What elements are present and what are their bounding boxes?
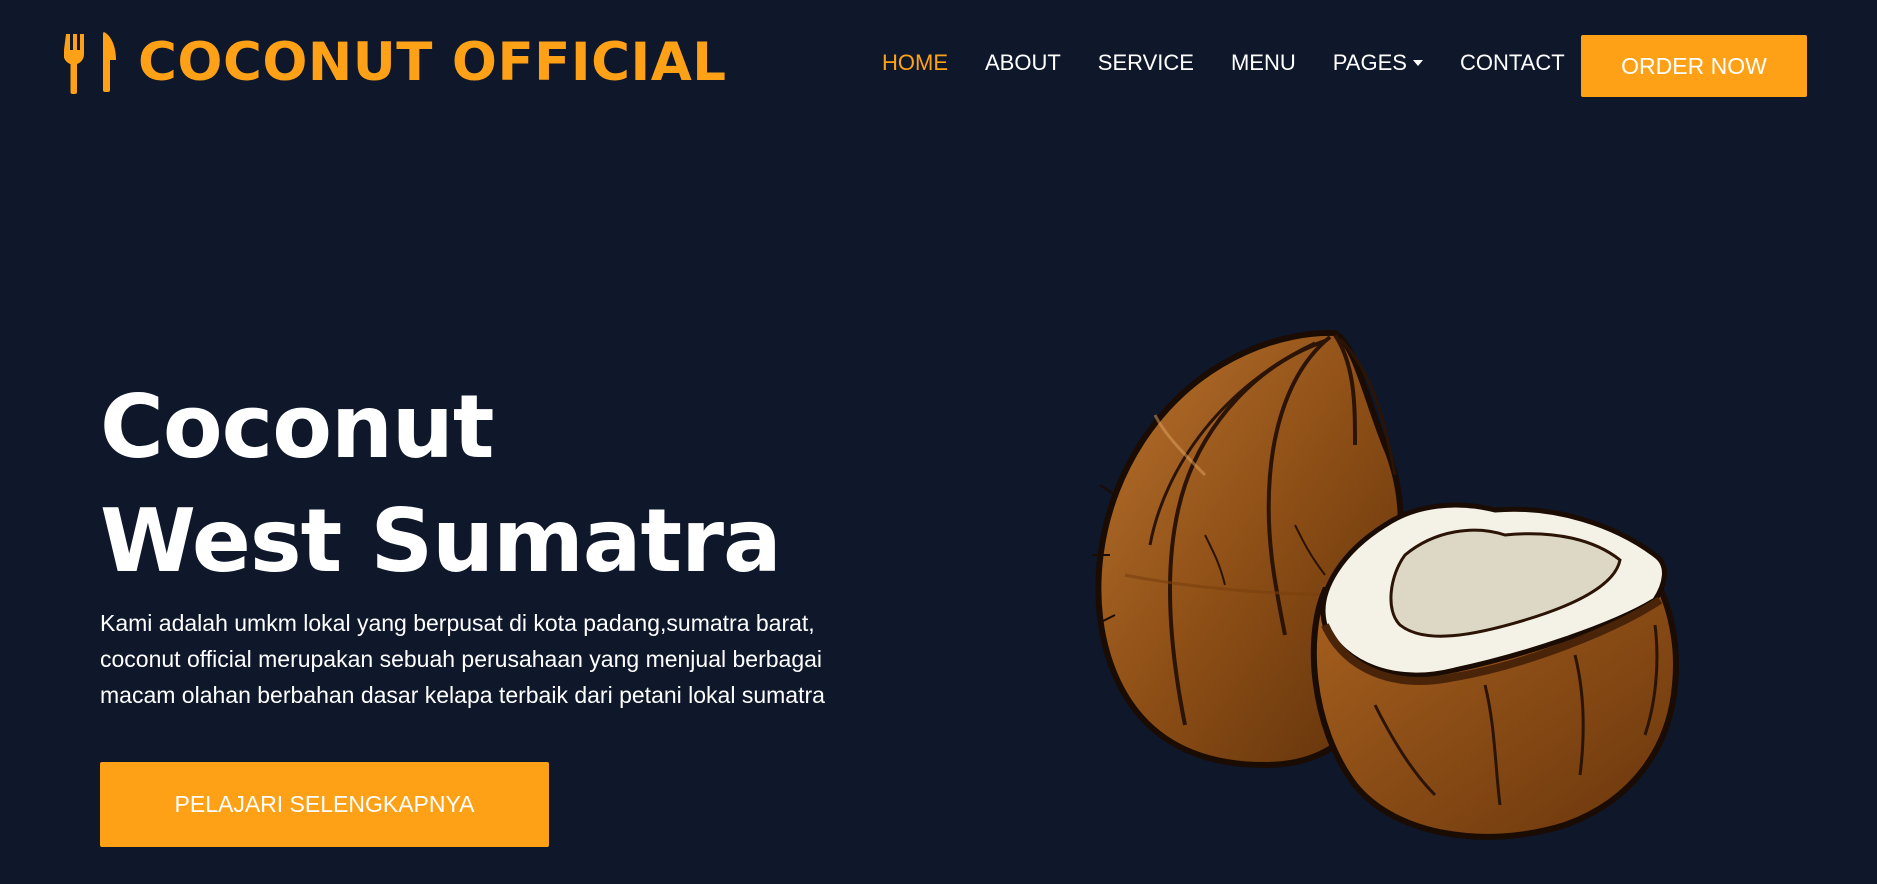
- brand-logo-link[interactable]: COCONUT OFFICIAL: [64, 30, 727, 94]
- half-coconut: [1310, 502, 1679, 840]
- nav-pages-dropdown[interactable]: PAGES: [1333, 50, 1423, 76]
- main-nav: HOME ABOUT SERVICE MENU PAGES CONTACT: [882, 50, 1602, 76]
- learn-more-button[interactable]: PELAJARI SELENGKAPNYA: [100, 762, 549, 847]
- nav-menu[interactable]: MENU: [1231, 50, 1296, 76]
- nav-home[interactable]: HOME: [882, 50, 948, 76]
- hero-title-line2: West Sumatra: [100, 490, 782, 592]
- coconut-illustration: [1092, 329, 1679, 840]
- brand-name: COCONUT OFFICIAL: [138, 31, 727, 93]
- order-now-button[interactable]: ORDER NOW: [1581, 35, 1807, 97]
- nav-about[interactable]: ABOUT: [985, 50, 1061, 76]
- hero-title-line1: Coconut: [100, 376, 494, 478]
- hero-title: Coconut West Sumatra: [100, 370, 782, 598]
- nav-service[interactable]: SERVICE: [1098, 50, 1194, 76]
- nav-contact[interactable]: CONTACT: [1460, 50, 1565, 76]
- caret-down-icon: [1412, 60, 1423, 66]
- navbar: COCONUT OFFICIAL HOME ABOUT SERVICE MENU…: [0, 0, 1877, 132]
- hero-description: Kami adalah umkm lokal yang berpusat di …: [100, 610, 825, 708]
- fork-knife-icon: [64, 32, 116, 94]
- nav-pages-label: PAGES: [1332, 50, 1407, 75]
